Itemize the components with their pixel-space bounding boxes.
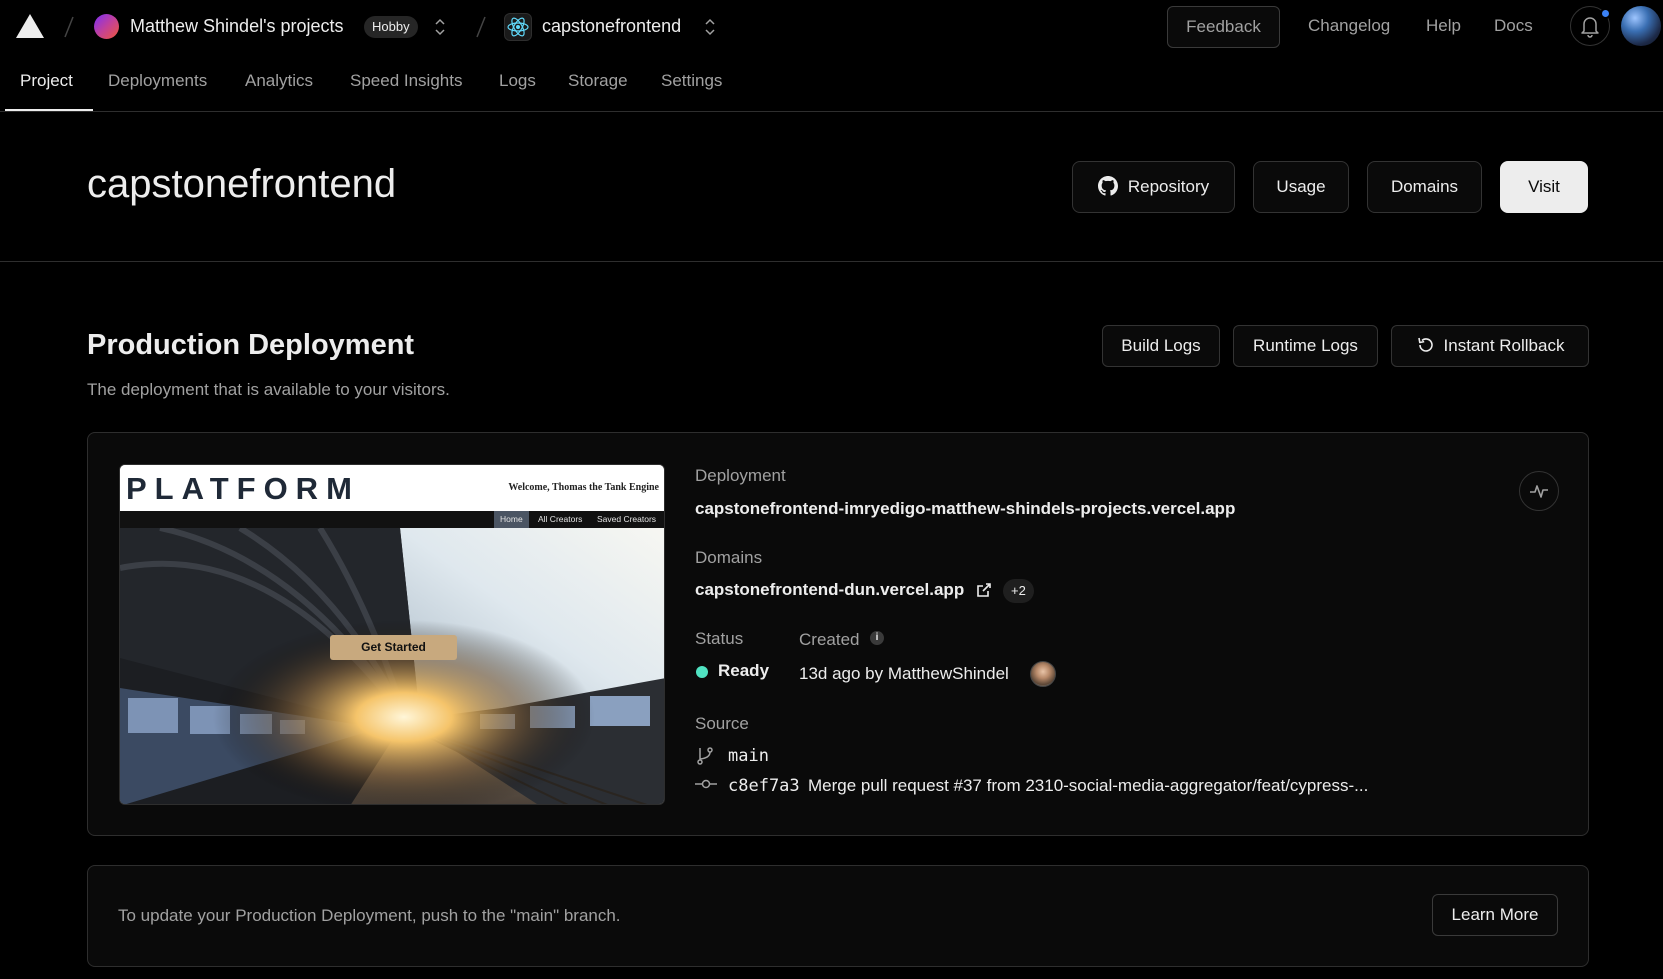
preview-brand: PLATFORM	[126, 471, 360, 506]
project-switcher-chevron-icon[interactable]	[704, 16, 716, 38]
divider-slash-icon	[476, 16, 486, 38]
visit-button[interactable]: Visit	[1500, 161, 1588, 213]
status-dot	[696, 666, 708, 678]
tab-project[interactable]: Project	[20, 71, 73, 91]
github-icon	[1097, 176, 1118, 196]
learn-more-button[interactable]: Learn More	[1432, 894, 1558, 936]
activity-icon	[1530, 485, 1548, 498]
active-tab-indicator	[5, 109, 93, 111]
info-icon[interactable]: i	[870, 631, 884, 645]
build-logs-button[interactable]: Build Logs	[1102, 325, 1220, 367]
team-avatar[interactable]	[94, 14, 119, 39]
preview-nav-home: Home	[494, 511, 529, 528]
deployment-url-link[interactable]: capstonefrontend-imryedigo-matthew-shind…	[695, 499, 1235, 519]
tab-speed-insights[interactable]: Speed Insights	[350, 71, 462, 91]
preview-header: PLATFORM Welcome, Thomas the Tank Engine	[120, 465, 664, 511]
status-label: Status	[695, 629, 744, 648]
git-commit-icon	[695, 779, 717, 789]
created-value: 13d ago by MatthewShindel	[799, 664, 1009, 683]
branch-name[interactable]: main	[728, 746, 769, 766]
source-label: Source	[695, 714, 749, 733]
react-icon	[504, 13, 532, 41]
team-switcher-chevron-icon[interactable]	[434, 16, 446, 38]
rollback-icon	[1417, 337, 1433, 352]
commit-hash[interactable]: c8ef7a3	[728, 776, 800, 796]
domain-link[interactable]: capstonefrontend-dun.vercel.app	[695, 580, 964, 600]
domains-button[interactable]: Domains	[1367, 161, 1482, 213]
commit-message[interactable]: Merge pull request #37 from 2310-social-…	[808, 776, 1368, 796]
preview-hero-image	[120, 528, 664, 804]
changelog-link[interactable]: Changelog	[1308, 16, 1390, 36]
feedback-button[interactable]: Feedback	[1167, 6, 1280, 48]
git-branch-icon	[697, 747, 713, 765]
preview-nav-saved-creators: Saved Creators	[597, 514, 657, 524]
preview-nav: Home All Creators Saved Creators	[120, 511, 664, 528]
runtime-logs-button[interactable]: Runtime Logs	[1233, 325, 1378, 367]
vercel-logo-icon[interactable]	[14, 12, 46, 40]
preview-welcome: Welcome, Thomas the Tank Engine	[508, 482, 659, 493]
user-avatar[interactable]	[1621, 6, 1661, 46]
project-header: capstonefrontend Repository Usage Domain…	[0, 112, 1663, 262]
instant-rollback-button[interactable]: Instant Rollback	[1391, 325, 1589, 367]
project-tabs: Project Deployments Analytics Speed Insi…	[0, 54, 1663, 112]
section-subtitle: The deployment that is available to your…	[87, 380, 450, 399]
divider-slash-icon	[64, 16, 74, 38]
external-link-icon[interactable]	[975, 581, 993, 599]
repository-label: Repository	[1127, 177, 1210, 196]
activity-icon-button[interactable]	[1519, 471, 1559, 511]
production-deployment-card: PLATFORM Welcome, Thomas the Tank Engine…	[87, 432, 1589, 836]
instant-rollback-label: Instant Rollback	[1443, 336, 1565, 355]
tab-analytics[interactable]: Analytics	[245, 71, 313, 91]
plan-badge: Hobby	[364, 16, 418, 38]
tab-settings[interactable]: Settings	[661, 71, 722, 91]
page-title: capstonefrontend	[87, 162, 397, 206]
creator-avatar[interactable]	[1030, 661, 1056, 687]
deployment-preview[interactable]: PLATFORM Welcome, Thomas the Tank Engine…	[119, 464, 665, 805]
notification-dot	[1600, 8, 1611, 19]
update-info-text: To update your Production Deployment, pu…	[118, 906, 621, 925]
team-name[interactable]: Matthew Shindel's projects	[130, 16, 344, 37]
tab-storage[interactable]: Storage	[568, 71, 628, 91]
created-label: Created	[799, 630, 860, 649]
help-link[interactable]: Help	[1426, 16, 1461, 36]
tab-logs[interactable]: Logs	[499, 71, 536, 91]
repository-button[interactable]: Repository	[1072, 161, 1235, 213]
preview-get-started: Get Started	[330, 635, 457, 660]
usage-button[interactable]: Usage	[1253, 161, 1349, 213]
tab-deployments[interactable]: Deployments	[108, 71, 207, 91]
section-title: Production Deployment	[87, 329, 415, 361]
preview-nav-all-creators: All Creators	[538, 514, 583, 524]
status-value: Ready	[718, 661, 770, 680]
deployment-label: Deployment	[695, 466, 786, 485]
domains-label: Domains	[695, 548, 763, 567]
update-info-card: To update your Production Deployment, pu…	[87, 865, 1589, 967]
top-bar: Matthew Shindel's projects Hobby capston…	[0, 0, 1663, 54]
more-domains-badge[interactable]: +2	[1003, 579, 1034, 603]
docs-link[interactable]: Docs	[1494, 16, 1533, 36]
project-name[interactable]: capstonefrontend	[542, 16, 681, 37]
